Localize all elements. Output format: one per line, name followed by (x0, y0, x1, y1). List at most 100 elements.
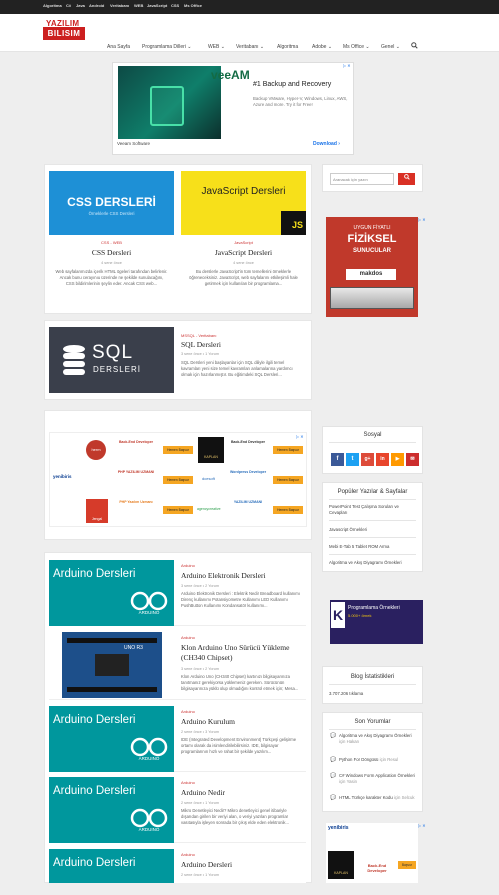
programming-examples-banner[interactable]: K Programlama Örnekleri 5.000+ örnek (330, 600, 423, 644)
arduino-board-image: UNO R3 (62, 632, 162, 698)
post-title[interactable]: JavaScript Dersleri (181, 248, 306, 257)
job-title[interactable]: YAZILIM UZMANI (227, 500, 269, 504)
widget-title: Popüler Yazılar & Sayfalar (337, 489, 408, 495)
post-card[interactable]: Arduino Dersleri ARDUINO Arduino Arduino… (49, 777, 306, 843)
ad-headline[interactable]: #1 Backup and Recovery (253, 81, 331, 88)
topbar-link[interactable]: C# (66, 3, 71, 8)
nav-item-algorithm[interactable]: Algoritma (277, 44, 298, 50)
nav-item-general[interactable]: Genel ⌄ (381, 44, 400, 50)
post-category[interactable]: Arduino (181, 709, 195, 714)
sidebar-job-ad[interactable]: yenibiris KAPLAN Back-End Developer Başv… (326, 823, 418, 883)
comment-link[interactable]: Python For Döngüsü için Resul (339, 757, 398, 762)
arduino-banner: Arduino Dersleri ARDUINO (49, 777, 174, 843)
email-icon[interactable]: ✉ (406, 453, 419, 466)
twitter-icon[interactable]: t (346, 453, 359, 466)
topbar-link[interactable]: Java (76, 3, 85, 8)
job-title[interactable]: Wordpress Developer (227, 470, 269, 474)
ad-close-icon[interactable]: ▷ ✕ (343, 63, 351, 68)
nav-item-home[interactable]: Ana Sayfa (107, 44, 130, 50)
search-button[interactable] (398, 173, 415, 185)
search-icon[interactable] (411, 42, 418, 51)
topbar-link[interactable]: Android (89, 3, 104, 8)
comment-icon: 💬 (330, 795, 337, 801)
apply-button[interactable]: Başvur (398, 861, 416, 869)
post-meta: 3 sene önce • 1 Yorum (181, 352, 220, 356)
instagram-icon[interactable]: in (376, 453, 389, 466)
apply-button[interactable]: Hemen Başvur (273, 446, 303, 454)
topbar-link[interactable]: Algoritma (43, 3, 62, 8)
comment-link[interactable]: C# Windows Form Application Örnekleri iç… (339, 773, 419, 785)
comment-icon: 💬 (330, 733, 337, 739)
post-category[interactable]: Arduino (181, 852, 195, 857)
post-category[interactable]: MSSQL - Veritabanı (181, 333, 216, 338)
apply-button[interactable]: Hemen Başvur (163, 506, 193, 514)
job-title[interactable]: PHP YAZILIM UZMANI (114, 470, 158, 474)
post-category[interactable]: Arduino (181, 780, 195, 785)
post-category[interactable]: CSS - WEB (49, 240, 174, 245)
server-illustration (150, 86, 184, 126)
job-title[interactable]: Back-End Developer (114, 440, 158, 444)
company-logo: herm (86, 440, 106, 460)
ad-image (118, 66, 221, 139)
post-excerpt: SQL Dersleri yeni başlayanlar için SQL d… (181, 360, 293, 377)
nav-item-msoffice[interactable]: Ms Office ⌄ (343, 44, 370, 50)
nav-item-adobe[interactable]: Adobe ⌄ (312, 44, 332, 50)
stats-widget: Blog İstatistikleri 3.707.206 tıklama (322, 666, 423, 704)
ad-close-icon[interactable]: ▷ ✕ (296, 434, 304, 439)
job-title[interactable]: Back-End Developer (227, 440, 269, 444)
search-input[interactable]: Aranacak için yazın (330, 173, 394, 185)
search-widget: Aranacak için yazın (322, 164, 423, 192)
topbar-link[interactable]: Ms Office (184, 3, 202, 8)
course-card[interactable]: JavaScript Dersleri JS JavaScript JavaSc… (181, 171, 306, 311)
company-logo: KAPLAN (328, 851, 354, 879)
popular-link[interactable]: Algoritma ve Akış Diyagramı Örnekleri (329, 560, 402, 565)
post-card[interactable]: Arduino Dersleri ARDUINO Arduino Arduino… (49, 560, 306, 626)
apply-button[interactable]: Hemen Başvur (273, 476, 303, 484)
post-meta: 3 sene önce • 2 Yorum (181, 584, 220, 588)
ad-description: Backup VMware, Hyper-V, Windows, Linux, … (253, 96, 348, 107)
job-ad[interactable]: ▷ ✕ herm Back-End Developer Hemen Başvur… (49, 432, 307, 527)
post-card[interactable]: Arduino Dersleri Arduino Arduino Dersler… (49, 849, 306, 883)
site-logo[interactable]: YAZILIM BILISIM (43, 19, 85, 43)
topbar-link[interactable]: CSS (171, 3, 179, 8)
facebook-icon[interactable]: f (331, 453, 344, 466)
comment-link[interactable]: Algoritma ve Akış Diyagramı Örnekleri iç… (339, 733, 419, 745)
server-ad[interactable]: UYGUN FİYATLI FİZİKSEL SUNUCULAR makdos (326, 217, 418, 317)
post-title[interactable]: Arduino Kurulum (181, 717, 235, 726)
post-category[interactable]: Arduino (181, 635, 195, 640)
topbar-link[interactable]: WEB (134, 3, 143, 8)
post-card[interactable]: Arduino Dersleri ARDUINO Arduino Arduino… (49, 706, 306, 772)
stats-counter: 3.707.206 tıklama (329, 691, 364, 696)
post-title[interactable]: Arduino Elektronik Dersleri (181, 571, 266, 580)
ad-download-button[interactable]: Download › (313, 141, 340, 147)
post-card[interactable]: UNO R3 Arduino Klon Arduino Uno Sürücü Y… (49, 632, 306, 700)
ad-close-icon[interactable]: ▷ ✕ (418, 823, 426, 828)
post-title[interactable]: CSS Dersleri (49, 248, 174, 257)
apply-button[interactable]: Hemen Başvur (163, 446, 193, 454)
popular-link[interactable]: Javascript Örnekleri (329, 527, 367, 532)
nav-item-programming[interactable]: Programlama Dilleri ⌄ (142, 44, 191, 50)
post-title[interactable]: Klon Arduino Uno Sürücü Yükleme (CH340 C… (181, 643, 305, 663)
widget-title: Blog İstatistikleri (350, 674, 395, 680)
post-card[interactable]: SQL DERSLERİ MSSQL - Veritabanı SQL Ders… (49, 327, 306, 393)
nav-item-database[interactable]: Veritabanı ⌄ (236, 44, 264, 50)
post-category[interactable]: JavaScript (181, 240, 306, 245)
apply-button[interactable]: Hemen Başvur (163, 476, 193, 484)
googleplus-icon[interactable]: g+ (361, 453, 374, 466)
popular-link[interactable]: Mebi E-Tab 5 Tablet ROM Arma (329, 544, 389, 549)
post-category[interactable]: Arduino (181, 563, 195, 568)
popular-link[interactable]: PowerPoint Test Çalışma Soruları ve Ceva… (329, 504, 417, 516)
company-logo: dcesoft (202, 476, 215, 481)
nav-item-web[interactable]: WEB ⌄ (208, 44, 225, 50)
topbar-link[interactable]: Veritabanı (110, 3, 129, 8)
apply-button[interactable]: Hemen Başvur (273, 506, 303, 514)
comment-link[interactable]: HTML Türkçe karakter Kodu için Selcuk (339, 795, 419, 801)
youtube-icon[interactable]: ▶ (391, 453, 404, 466)
ad-close-icon[interactable]: ▷ ✕ (418, 217, 426, 222)
job-title[interactable]: PHP Yazılım Uzmanı (114, 500, 158, 504)
course-card[interactable]: CSS DERSLERİ Örneklerle CSS Dersleri CSS… (49, 171, 174, 311)
topbar-link[interactable]: JavaScript (147, 3, 167, 8)
post-title[interactable]: Arduino Dersleri (181, 860, 232, 869)
post-title[interactable]: SQL Dersleri (181, 340, 221, 349)
post-title[interactable]: Arduino Nedir (181, 788, 225, 797)
